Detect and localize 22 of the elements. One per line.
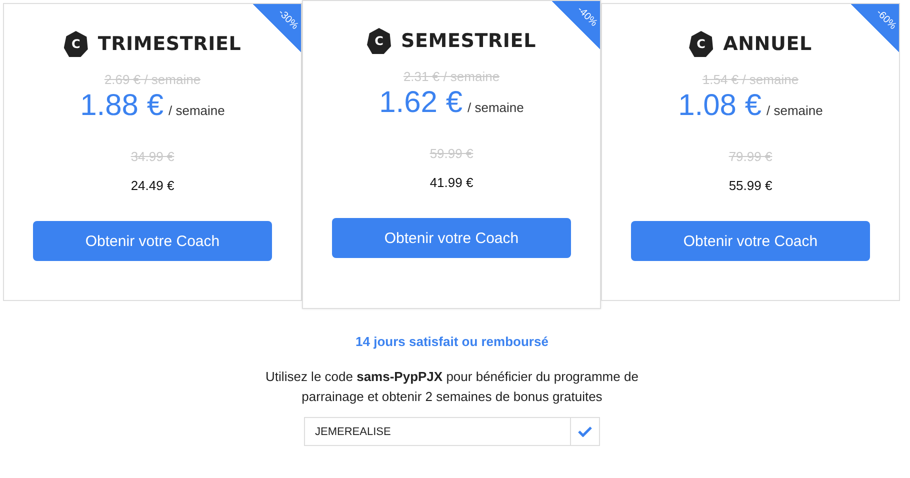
plan-title: ANNUEL bbox=[723, 33, 812, 55]
price-unit: / semaine bbox=[168, 103, 225, 118]
get-coach-button[interactable]: Obtenir votre Coach bbox=[33, 221, 272, 261]
total-price: 55.99 € bbox=[728, 178, 772, 193]
price-unit: / semaine bbox=[468, 100, 524, 115]
guarantee-text: 14 jours satisfait ou remboursé bbox=[356, 334, 548, 349]
total-price: 24.49 € bbox=[130, 178, 174, 193]
weekly-price: 1.62 € bbox=[379, 86, 463, 120]
coupon-field[interactable]: JEMEREALISE bbox=[304, 417, 571, 446]
plan-logo: C bbox=[367, 28, 391, 54]
plan-logo: C bbox=[689, 31, 714, 57]
get-coach-button[interactable]: Obtenir votre Coach bbox=[332, 218, 571, 258]
weekly-price: 1.08 € bbox=[678, 89, 762, 123]
get-coach-button[interactable]: Obtenir votre Coach bbox=[631, 221, 870, 261]
total-price: 41.99 € bbox=[430, 175, 474, 190]
plan-title: SEMESTRIEL bbox=[401, 30, 536, 52]
price-unit: / semaine bbox=[766, 103, 823, 118]
plan-logo: C bbox=[64, 31, 88, 57]
referral-text: Utilisez le code sams-PypPJX pour bénéficier du programme de parrainage et obtenir 2 semaines de bonus gratuites bbox=[264, 368, 640, 406]
weekly-price: 1.88 € bbox=[80, 89, 164, 123]
plan-title: TRIMESTRIEL bbox=[98, 33, 242, 55]
checkmark-icon[interactable] bbox=[578, 426, 592, 437]
